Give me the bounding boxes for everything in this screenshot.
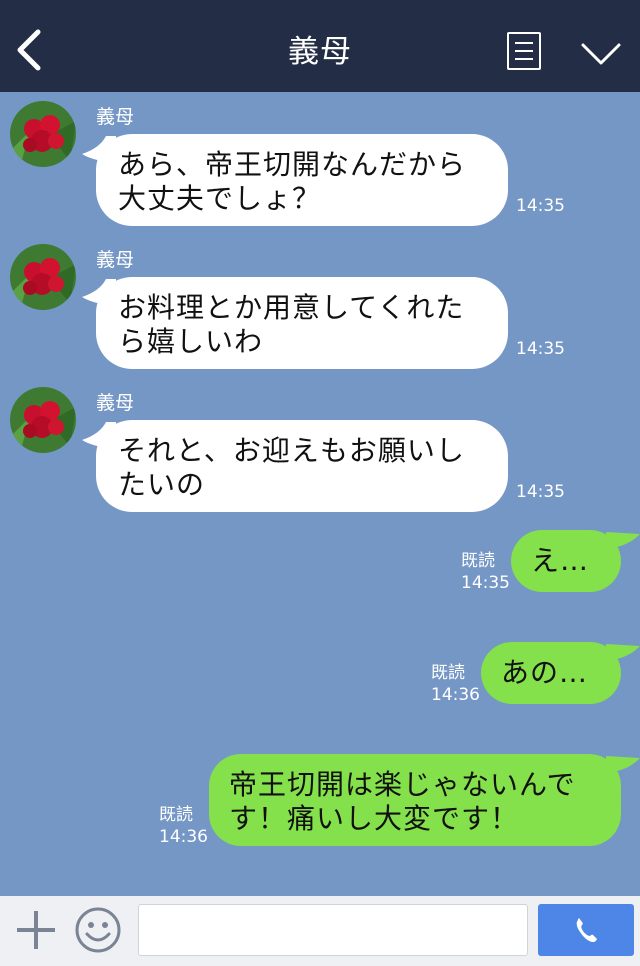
- chat-header: 義母: [0, 0, 640, 92]
- collapse-button[interactable]: [580, 40, 622, 68]
- flower-avatar-icon: [10, 387, 76, 453]
- message-input[interactable]: [138, 904, 528, 956]
- emoji-button[interactable]: [74, 906, 122, 954]
- plus-icon: [17, 911, 55, 949]
- phone-icon: [576, 918, 597, 942]
- message-bubble-incoming[interactable]: お料理とか用意してくれた ら嬉しいわ: [96, 277, 508, 369]
- message-meta: 既読 14:36: [431, 662, 480, 706]
- message-time: 14:35: [461, 573, 510, 593]
- chevron-down-icon: [581, 43, 621, 65]
- flower-avatar-icon: [10, 244, 76, 310]
- message-bubble-outgoing[interactable]: あの…: [481, 642, 621, 704]
- message-time: 14:35: [516, 196, 565, 216]
- message-meta: 既読 14:36: [159, 804, 208, 848]
- sender-name: 義母: [96, 249, 135, 271]
- bubble-tail: [606, 644, 640, 660]
- smiley-icon: [75, 907, 121, 953]
- message-time: 14:35: [516, 339, 565, 359]
- message-time: 14:36: [431, 685, 480, 705]
- message-bubble-outgoing[interactable]: え…: [511, 530, 621, 592]
- bubble-tail: [606, 756, 640, 772]
- flower-avatar-icon: [10, 101, 76, 167]
- message-time: 14:35: [516, 482, 565, 502]
- menu-lines-icon: [515, 42, 533, 44]
- avatar[interactable]: [10, 244, 76, 310]
- chat-title: 義母: [288, 34, 352, 70]
- message-meta: 既読 14:35: [461, 550, 510, 594]
- avatar[interactable]: [10, 387, 76, 453]
- sender-name: 義母: [96, 392, 135, 414]
- avatar[interactable]: [10, 101, 76, 167]
- message-bubble-incoming[interactable]: あら、帝王切開なんだから 大丈夫でしょ？: [96, 134, 508, 226]
- sender-name: 義母: [96, 106, 135, 128]
- call-button[interactable]: [538, 904, 634, 956]
- message-bubble-outgoing[interactable]: 帝王切開は楽じゃないんで す！痛いし大変です！: [209, 754, 621, 846]
- message-time: 14:36: [159, 827, 208, 847]
- message-bubble-incoming[interactable]: それと、お迎えもお願いし たいの: [96, 420, 508, 512]
- read-receipt: 既読: [461, 551, 495, 571]
- menu-button[interactable]: [507, 32, 541, 70]
- bubble-tail: [606, 532, 640, 548]
- add-attachment-button[interactable]: [14, 908, 58, 952]
- read-receipt: 既読: [431, 663, 465, 683]
- read-receipt: 既読: [159, 805, 193, 825]
